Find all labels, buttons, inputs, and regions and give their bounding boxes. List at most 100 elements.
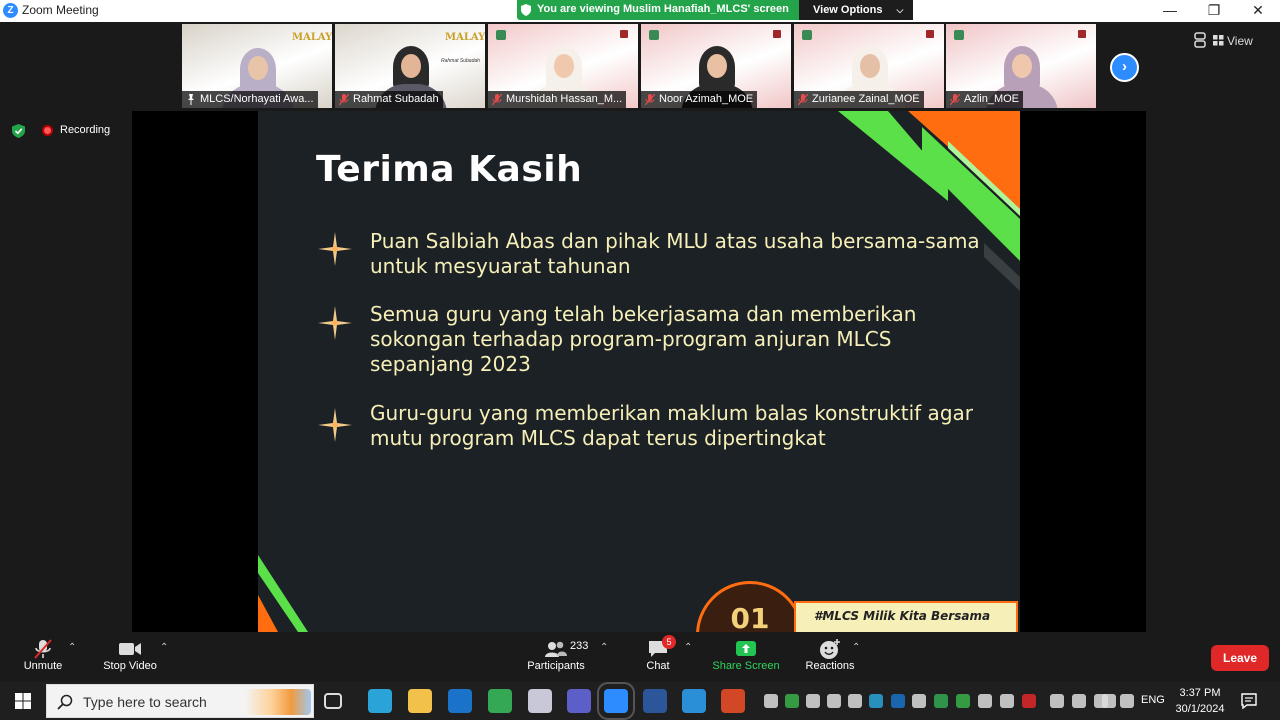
chrome-tray-icon[interactable] — [934, 694, 948, 708]
close-button[interactable]: ✕ — [1236, 0, 1280, 22]
participants-label: Participants — [527, 660, 585, 672]
participant-name: Rahmat Subadah — [335, 91, 443, 108]
whatsapp-tray-icon[interactable] — [956, 694, 970, 708]
ministry-logo-icon — [649, 30, 659, 40]
app2-tray-icon[interactable] — [1000, 694, 1014, 708]
leave-button[interactable]: Leave — [1211, 645, 1269, 671]
rocket-app-icon[interactable] — [528, 689, 552, 713]
search-icon — [57, 694, 73, 710]
sparkle-icon — [318, 232, 352, 266]
stop-video-button[interactable]: Stop Video — [98, 632, 162, 682]
zoom-icon[interactable] — [597, 682, 635, 720]
name-tag-text: Rahmat Subadah — [441, 58, 480, 64]
participant-face — [707, 54, 727, 78]
zoom-tray-icon[interactable] — [827, 694, 841, 708]
taskbar-search-box[interactable]: Type here to search — [46, 684, 314, 718]
phone-tray-icon[interactable] — [848, 694, 862, 708]
video-options-caret-icon[interactable]: ⌃ — [160, 642, 168, 653]
wifi-tray-icon[interactable] — [1102, 694, 1116, 708]
mail-tray-icon[interactable] — [806, 694, 820, 708]
participant-thumbnail[interactable]: MALAY MLCS/Norhayati Awa... — [182, 24, 332, 108]
volume-tray-icon[interactable] — [1120, 694, 1134, 708]
word-icon[interactable] — [643, 689, 667, 713]
audio-options-caret-icon[interactable]: ⌃ — [68, 642, 76, 653]
ministry-logo-icon — [496, 30, 506, 40]
task-view-icon[interactable] — [324, 693, 342, 709]
pip-icon[interactable] — [1193, 32, 1207, 48]
grid-view-icon[interactable] — [1213, 35, 1224, 46]
microphone-muted-icon — [798, 94, 808, 105]
sparkle-icon — [318, 408, 352, 442]
participant-name: Noor Azimah_MOE — [641, 91, 758, 108]
language-indicator[interactable]: ENG — [1141, 694, 1165, 706]
file-explorer-icon[interactable] — [408, 689, 432, 713]
chrome-icon[interactable] — [488, 689, 512, 713]
pin-icon — [188, 94, 194, 105]
share-screen-button[interactable]: Share Screen — [710, 632, 782, 682]
viewing-screen-message: You are viewing Muslim Hanafiah_MLCS' sc… — [537, 3, 789, 15]
app-tray-icon[interactable] — [912, 694, 926, 708]
teams-icon[interactable] — [567, 689, 591, 713]
participant-face — [248, 56, 268, 80]
slide-footer-tag: #MLCS Milik Kita Bersama — [794, 601, 1018, 632]
footer-tag-text: #MLCS Milik Kita Bersama — [814, 609, 991, 623]
search-highlight-image — [245, 689, 311, 715]
network-tray-icon[interactable] — [1050, 694, 1064, 708]
slide-number-badge: 01 — [696, 581, 804, 632]
participant-thumbnail[interactable]: MALAY Rahmat Subadah Rahmat Subadah — [335, 24, 485, 108]
notifications-icon[interactable] — [1240, 692, 1258, 710]
sparkle-icon — [318, 306, 352, 340]
microphone-muted-icon — [645, 94, 655, 105]
record-tray-icon[interactable] — [1022, 694, 1036, 708]
crest-logo-icon — [620, 30, 628, 38]
recording-label: Recording — [60, 124, 111, 136]
participants-options-caret-icon[interactable]: ⌃ — [600, 642, 608, 653]
edge-icon[interactable] — [368, 689, 392, 713]
shared-screen: Terima Kasih Puan Salbiah Abas dan pihak… — [132, 111, 1146, 632]
powerpoint-icon[interactable] — [721, 689, 745, 713]
window-title: Zoom Meeting — [22, 3, 99, 17]
participant-face — [1012, 54, 1032, 78]
participant-thumbnail[interactable]: Azlin_MOE — [946, 24, 1096, 108]
mic-tray-icon[interactable] — [1072, 694, 1086, 708]
participant-name: MLCS/Norhayati Awa... — [182, 91, 318, 108]
reactions-options-caret-icon[interactable]: ⌃ — [852, 642, 860, 653]
chat-button[interactable]: 5 Chat — [636, 632, 680, 682]
meeting-toolbar: Unmute ⌃ Stop Video ⌃ 233 Participants ⌃… — [0, 632, 1280, 682]
security-shield-icon[interactable] — [12, 124, 25, 138]
minimize-button[interactable]: — — [1148, 0, 1192, 22]
next-page-button[interactable]: › — [1110, 53, 1139, 82]
participant-thumbnail[interactable]: Zurianee Zainal_MOE — [794, 24, 944, 108]
unmute-button[interactable]: Unmute — [14, 632, 72, 682]
pin-tray-icon[interactable] — [785, 694, 799, 708]
restore-button[interactable]: ❐ — [1192, 0, 1236, 22]
zoom-logo-icon: Z — [3, 3, 18, 18]
view-options-button[interactable]: View Options ⌵ — [799, 0, 913, 20]
ministry-logo-icon — [954, 30, 964, 40]
malay-logo-image: MALAY — [445, 32, 485, 43]
meeting-area: MALAY MLCS/Norhayati Awa... MALAY Rahmat Su… — [0, 22, 1280, 632]
windows-taskbar: Type here to search ENG 3:37 PM 30/1/202… — [0, 682, 1280, 720]
unmute-label: Unmute — [23, 660, 63, 672]
participant-thumbnail[interactable]: Noor Azimah_MOE — [641, 24, 791, 108]
participant-name: Zurianee Zainal_MOE — [794, 91, 924, 108]
participant-face — [554, 54, 574, 78]
chevron-down-icon: ⌵ — [896, 5, 904, 15]
view-button[interactable]: View — [1227, 34, 1253, 48]
participant-thumbnail[interactable]: Murshidah Hassan_M... — [488, 24, 638, 108]
crest-logo-icon — [926, 30, 934, 38]
windows-start-icon[interactable] — [0, 682, 46, 720]
chat-options-caret-icon[interactable]: ⌃ — [684, 642, 692, 653]
pdf-tray-icon[interactable] — [764, 694, 778, 708]
cloud-tray-icon[interactable] — [869, 694, 883, 708]
security-tray-icon[interactable] — [978, 694, 992, 708]
taskbar-clock[interactable]: 3:37 PM 30/1/2024 — [1170, 685, 1230, 717]
outlook-icon[interactable] — [448, 689, 472, 713]
reactions-smiley-icon — [820, 639, 840, 659]
screen-share-banner: You are viewing Muslim Hanafiah_MLCS' sc… — [517, 0, 913, 20]
crest-logo-icon — [773, 30, 781, 38]
participants-button[interactable]: 233 Participants — [524, 632, 588, 682]
media-player-icon[interactable] — [682, 689, 706, 713]
outlook-tray-icon[interactable] — [891, 694, 905, 708]
reactions-button[interactable]: Reactions — [800, 632, 860, 682]
